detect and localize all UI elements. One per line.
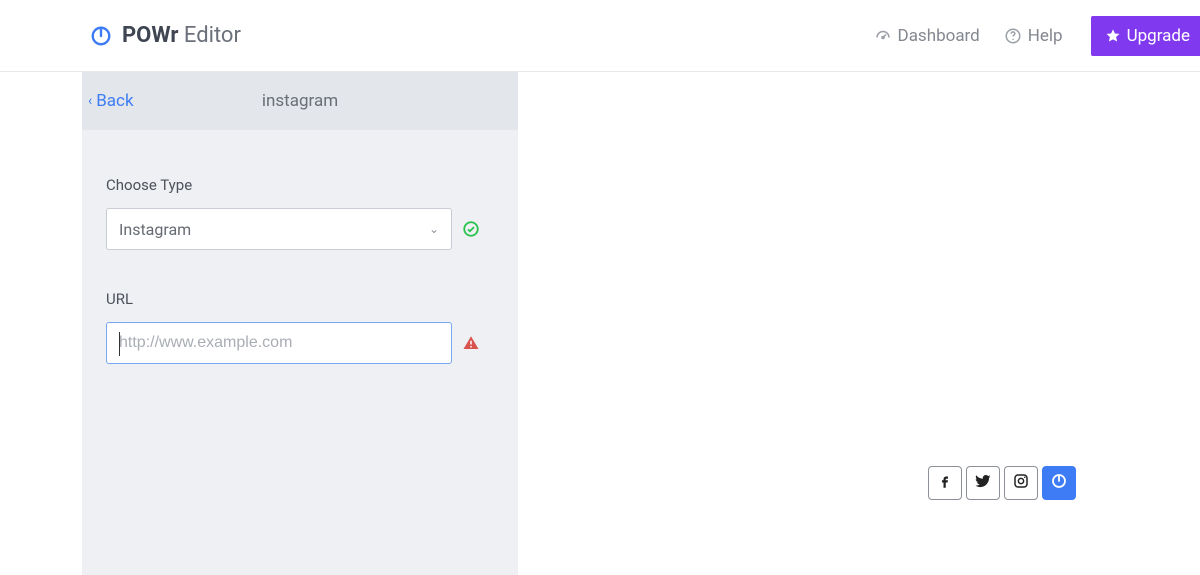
app-title-bold: POWr bbox=[122, 23, 178, 48]
url-field: URL bbox=[106, 290, 494, 364]
choose-type-label: Choose Type bbox=[106, 176, 494, 194]
chevron-down-icon: ⌄ bbox=[429, 222, 439, 236]
url-input-wrapper[interactable] bbox=[106, 322, 452, 364]
help-link[interactable]: Help bbox=[1004, 26, 1063, 46]
gauge-icon bbox=[874, 27, 892, 45]
app-header: POWr Editor Dashboard Help bbox=[0, 0, 1200, 72]
sidebar-title: instagram bbox=[262, 91, 338, 111]
app-title: POWr Editor bbox=[122, 23, 241, 48]
sidebar-header: ‹ Back instagram bbox=[82, 72, 518, 130]
url-input[interactable] bbox=[119, 323, 439, 363]
check-circle-icon bbox=[462, 220, 480, 238]
app-title-rest: Editor bbox=[178, 23, 241, 48]
twitter-share-button[interactable] bbox=[966, 466, 1000, 500]
chevron-left-icon: ‹ bbox=[88, 93, 92, 109]
upgrade-button[interactable]: Upgrade bbox=[1091, 16, 1200, 56]
type-select[interactable]: Instagram ⌄ bbox=[106, 208, 452, 250]
star-icon bbox=[1105, 28, 1121, 44]
facebook-icon bbox=[936, 472, 954, 494]
app-logo: POWr Editor bbox=[90, 23, 241, 48]
back-button-label: Back bbox=[96, 91, 133, 111]
question-circle-icon bbox=[1004, 27, 1022, 45]
warning-triangle-icon bbox=[462, 334, 480, 352]
url-label: URL bbox=[106, 290, 494, 308]
powr-share-button[interactable] bbox=[1042, 466, 1076, 500]
back-button[interactable]: ‹ Back bbox=[88, 91, 134, 111]
header-nav: Dashboard Help Upgrade bbox=[874, 16, 1200, 56]
instagram-share-button[interactable] bbox=[1004, 466, 1038, 500]
facebook-share-button[interactable] bbox=[928, 466, 962, 500]
powr-logo-icon bbox=[90, 25, 112, 47]
twitter-icon bbox=[974, 472, 992, 494]
dashboard-link-label: Dashboard bbox=[898, 26, 980, 46]
type-select-value: Instagram bbox=[119, 220, 191, 239]
dashboard-link[interactable]: Dashboard bbox=[874, 26, 980, 46]
powr-icon bbox=[1050, 472, 1068, 494]
social-share-strip bbox=[928, 466, 1076, 500]
text-caret bbox=[119, 332, 120, 356]
choose-type-field: Choose Type Instagram ⌄ bbox=[106, 176, 494, 250]
editor-sidebar: ‹ Back instagram Choose Type Instagram ⌄ bbox=[82, 72, 518, 575]
help-link-label: Help bbox=[1028, 26, 1063, 46]
instagram-icon bbox=[1012, 472, 1030, 494]
upgrade-button-label: Upgrade bbox=[1127, 26, 1190, 46]
